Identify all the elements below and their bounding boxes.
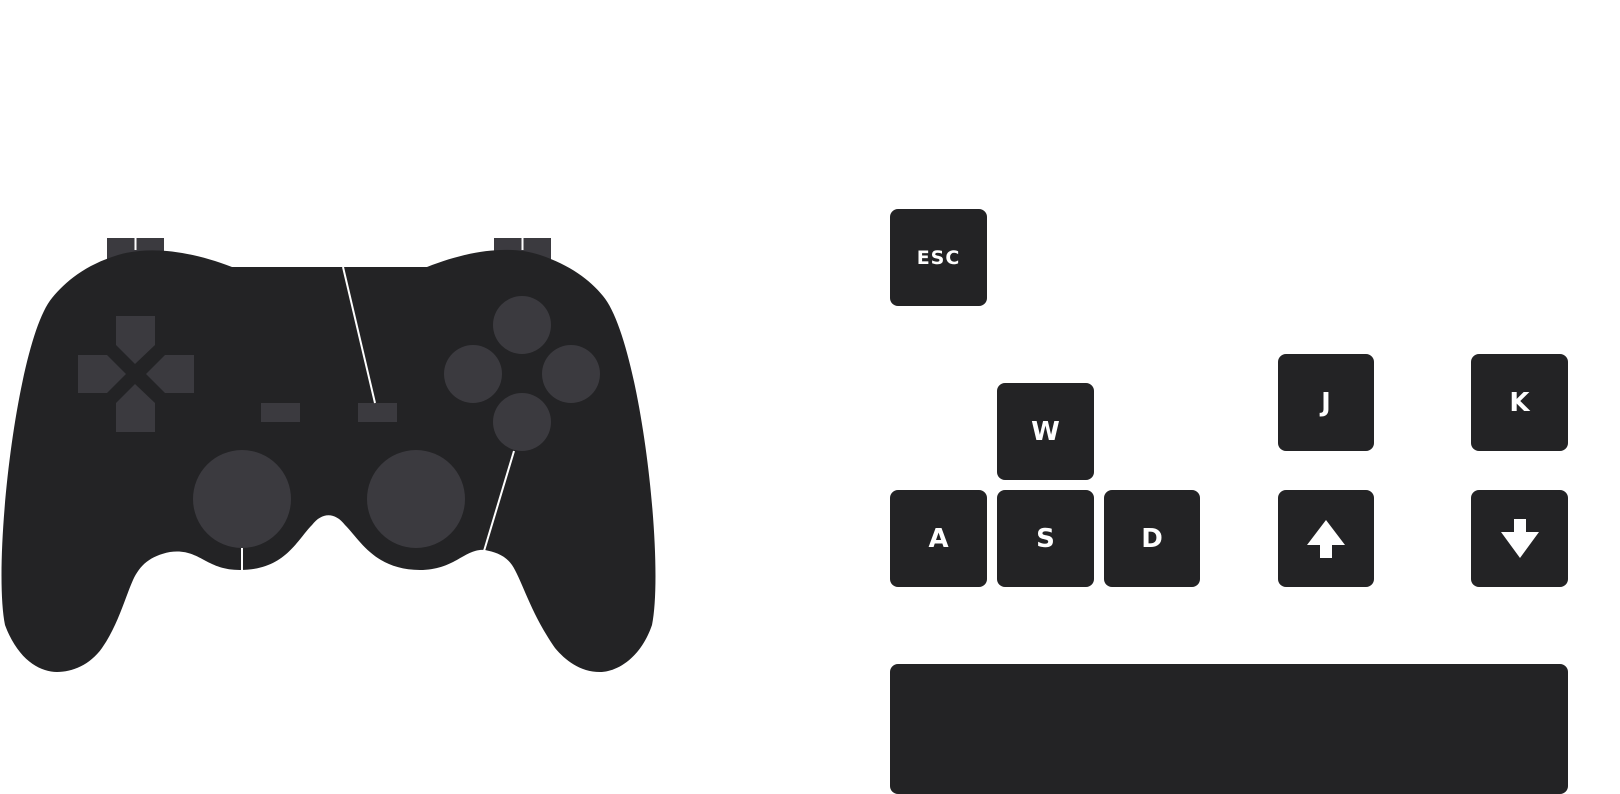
face-button-right[interactable] [542,345,600,403]
key-label: ESC [916,246,961,269]
select-button[interactable] [261,403,300,422]
arrow-down-icon [1500,518,1539,558]
key-label: W [1031,416,1060,447]
key-label: A [928,523,949,554]
key-w[interactable]: W [997,383,1094,480]
start-button[interactable] [358,403,397,422]
key-arrow-down[interactable] [1471,490,1568,587]
key-label: D [1141,523,1163,554]
controller-body [1,249,656,672]
face-button-bottom[interactable] [493,393,551,451]
key-a[interactable]: A [890,490,987,587]
key-spacebar[interactable] [890,664,1568,794]
face-button-top[interactable] [493,296,551,354]
key-d[interactable]: D [1104,490,1200,587]
key-label: S [1036,523,1055,554]
key-s[interactable]: S [997,490,1094,587]
right-stick[interactable] [367,450,465,548]
key-label: K [1509,387,1530,418]
face-button-left[interactable] [444,345,502,403]
left-stick[interactable] [193,450,291,548]
key-label: J [1321,387,1331,418]
key-arrow-up[interactable] [1278,490,1374,587]
key-j[interactable]: J [1278,354,1374,451]
arrow-up-icon [1307,519,1345,558]
key-esc[interactable]: ESC [890,209,987,306]
key-k[interactable]: K [1471,354,1568,451]
gamepad-controller [1,238,656,672]
